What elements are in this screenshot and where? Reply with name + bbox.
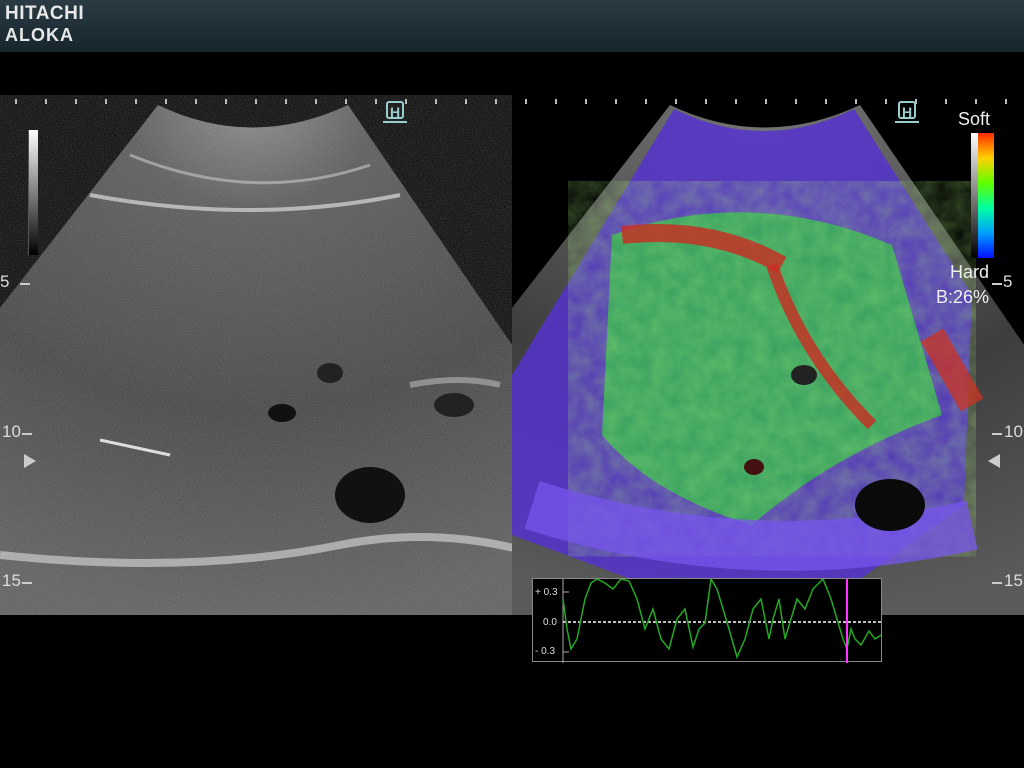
hard-label: Hard [950,262,990,282]
depth-label-left-5: 5 [0,272,10,291]
brand-logo-line1: HITACHI [5,3,85,24]
depth-label-right-15: 15 [1004,571,1023,590]
header-bar: HITACHI ALOKA [0,0,1024,52]
orientation-marker-left: H [383,101,407,123]
brand-logo-line2: ALOKA [5,25,74,45]
strain-waveform [562,579,882,660]
depth-tick-left-5 [20,283,30,285]
strain-graph: + 0.3 0.0 - 0.3 [532,578,883,663]
depth-label-right-5: 5 [1003,272,1013,291]
b-ratio-label: B:26% [936,287,990,307]
depth-tick-left-10 [22,433,32,435]
strain-plot [562,579,883,663]
depth-tick-right-5 [992,283,1002,285]
depth-label-left-15: 15 [2,571,21,590]
elasto-color-bar [978,133,994,258]
soft-label: Soft [958,109,991,129]
orientation-marker-right: H [895,101,919,123]
focus-marker-right [988,454,1000,468]
depth-label-right-10: 10 [1004,422,1023,441]
elastography-image [512,95,1024,615]
depth-label-left-10: 10 [2,422,21,441]
b-mode-image [0,95,512,615]
elasto-sector [512,105,1024,615]
depth-tick-left-15 [22,582,32,584]
grayscale-bar [28,130,38,255]
elasto-gray-ref-bar [971,133,978,258]
depth-tick-right-10 [992,433,1002,435]
focus-marker-left [24,454,36,468]
b-mode-sector [0,105,512,615]
depth-tick-right-15 [992,582,1002,584]
